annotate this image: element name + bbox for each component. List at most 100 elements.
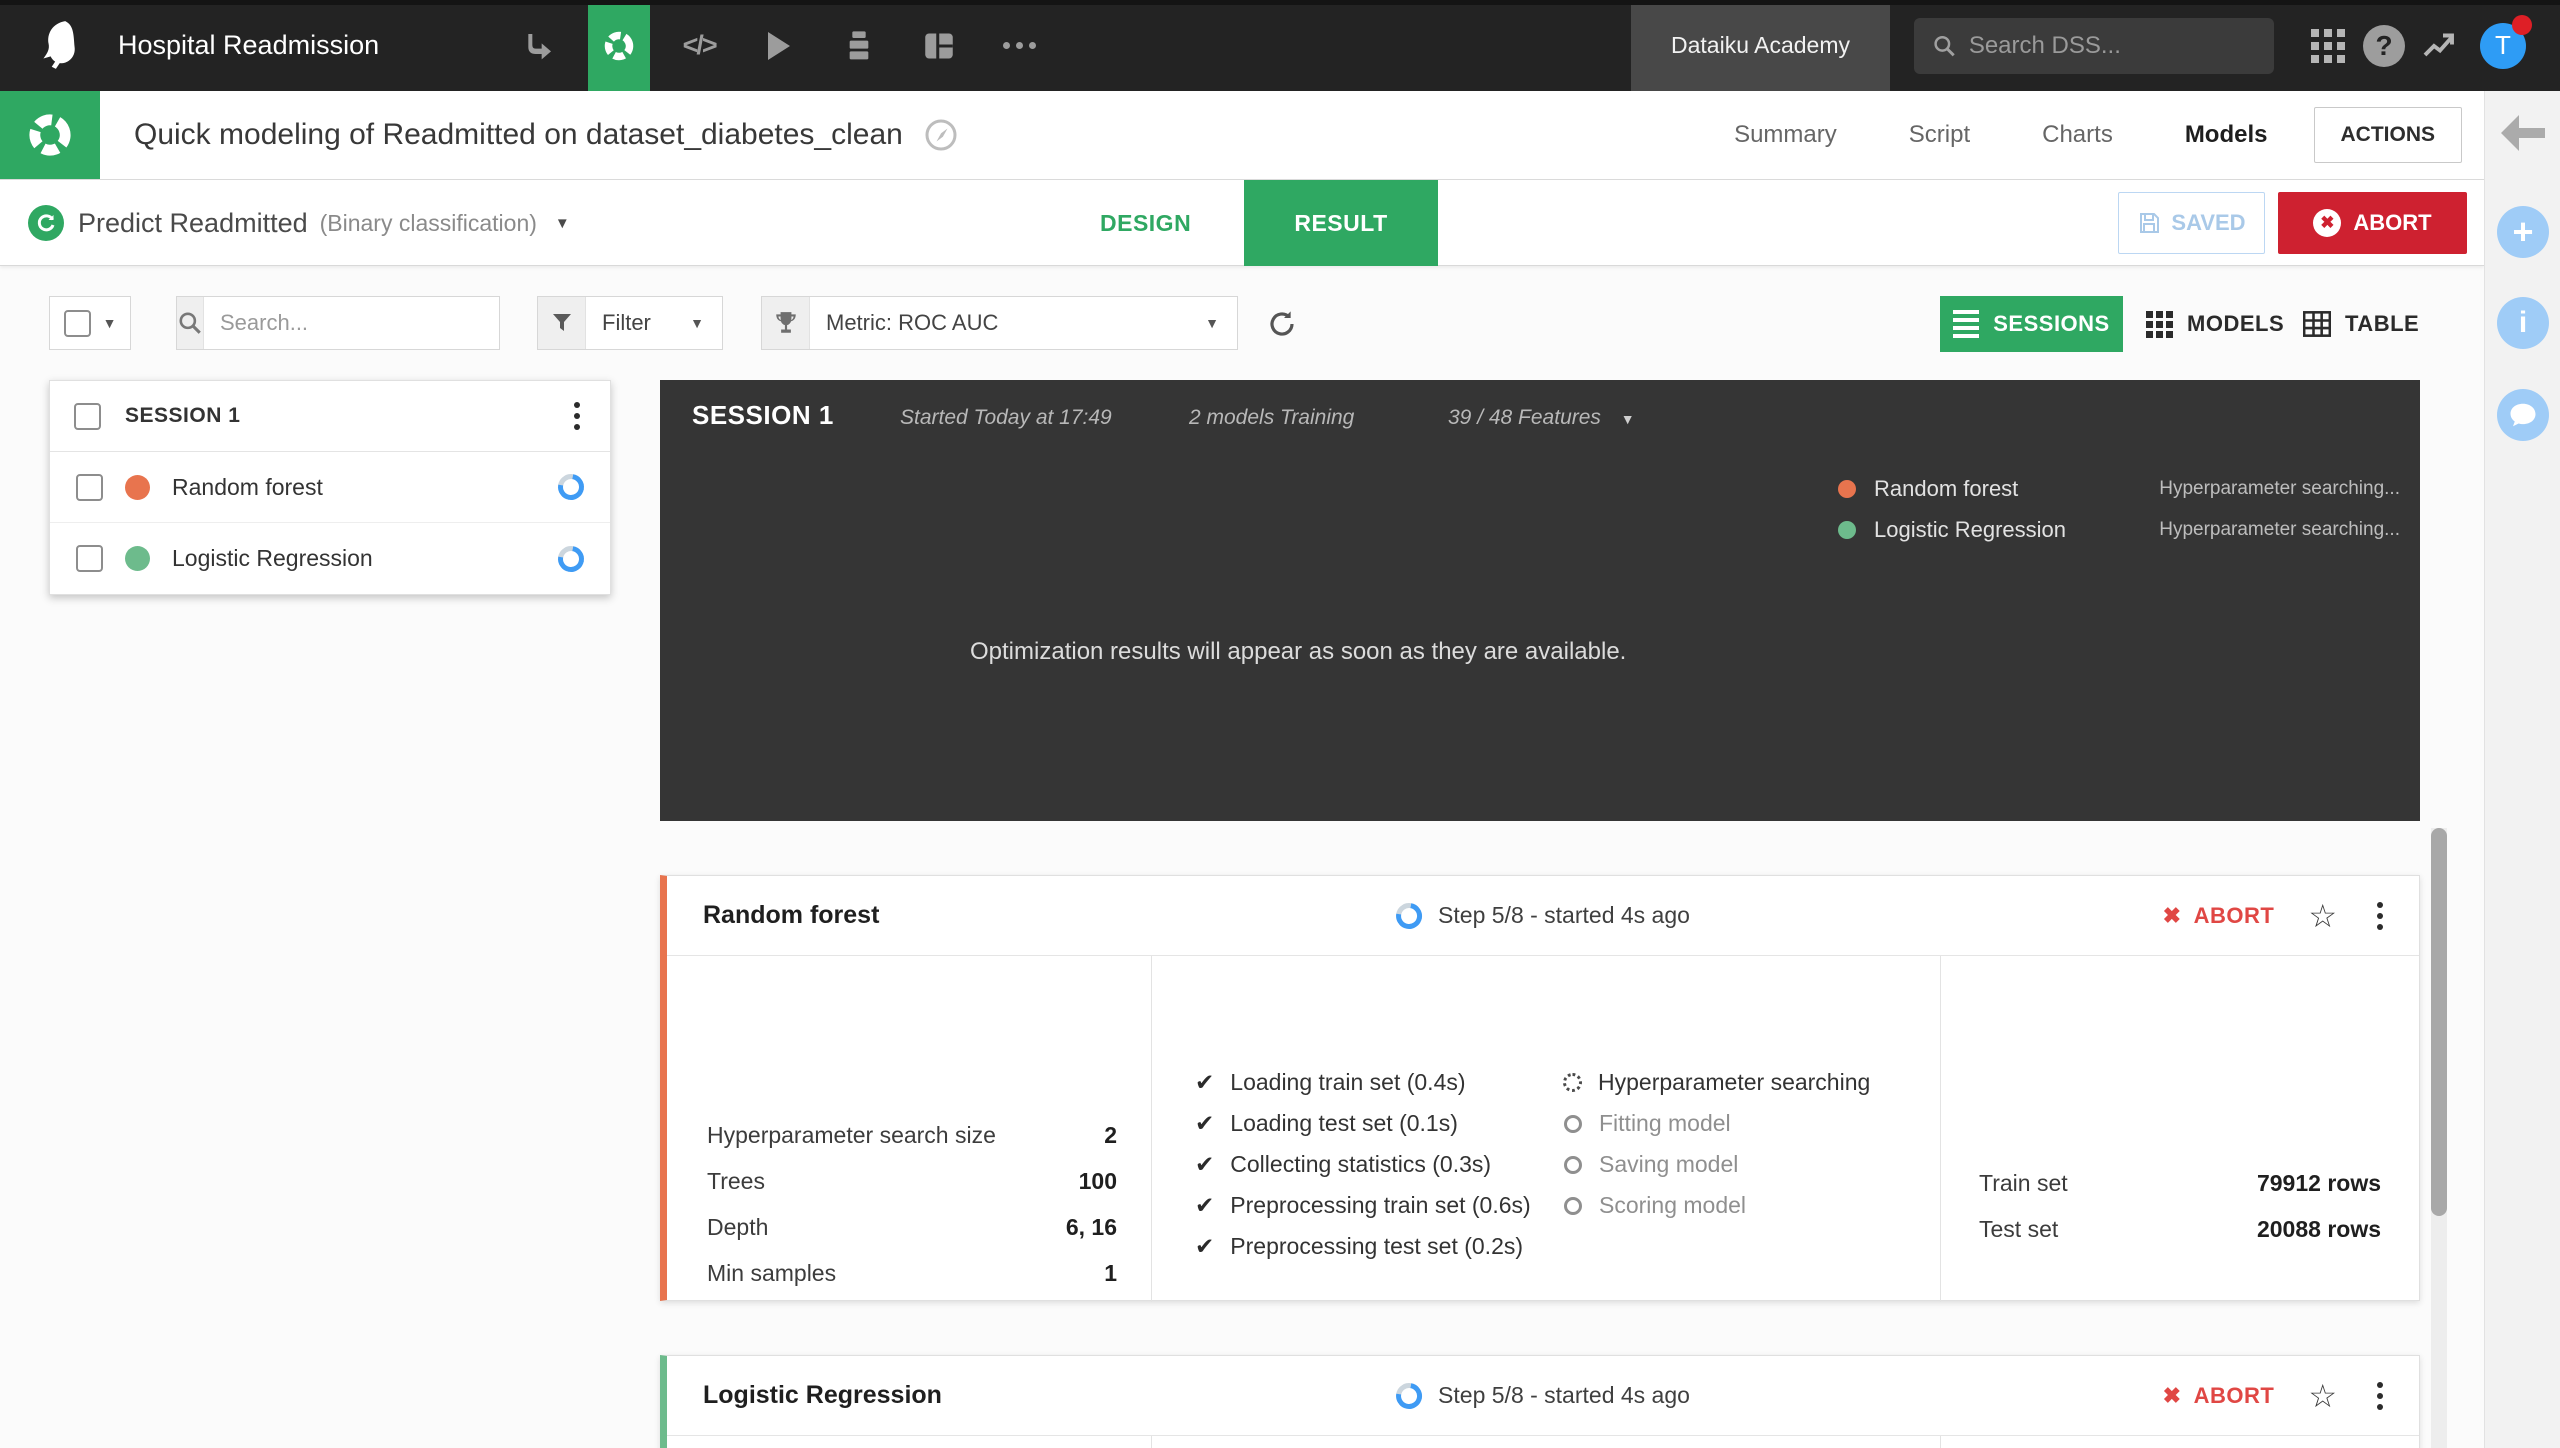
session-features-dropdown[interactable]: 39 / 48 Features ▼ bbox=[1448, 406, 1635, 430]
model-card-body bbox=[667, 1436, 2419, 1448]
dataiku-logo[interactable] bbox=[0, 19, 118, 73]
tab-summary[interactable]: Summary bbox=[1734, 121, 1837, 149]
legend-dot bbox=[1838, 479, 1856, 498]
session-training-count: 2 models Training bbox=[1189, 406, 1355, 429]
completed-steps-list: ✔ Loading train set (0.4s) ✔ Loading tes… bbox=[1195, 1062, 1531, 1267]
analysis-tabs: Summary Script Charts Models bbox=[1734, 121, 2267, 149]
model-name[interactable]: Random forest bbox=[703, 901, 879, 930]
step-done: ✔ Loading train set (0.4s) bbox=[1195, 1069, 1466, 1095]
jobs-icon[interactable] bbox=[819, 0, 899, 91]
metric-dropdown[interactable]: Metric: ROC AUC ▼ bbox=[761, 296, 1238, 350]
param-row: Trees 100 bbox=[707, 1167, 1117, 1194]
chat-icon[interactable] bbox=[2497, 389, 2549, 441]
more-icon[interactable] bbox=[979, 0, 1059, 91]
model-color-dot bbox=[125, 546, 150, 571]
training-spinner bbox=[552, 468, 590, 506]
abort-all-button[interactable]: ✖ ABORT bbox=[2278, 192, 2467, 254]
model-card-logistic-regression: Logistic Regression Step 5/8 - started 4… bbox=[660, 1355, 2420, 1448]
flow-icon[interactable] bbox=[499, 0, 579, 91]
view-toggle-table[interactable]: TABLE bbox=[2303, 296, 2419, 352]
star-icon[interactable]: ☆ bbox=[2308, 1380, 2337, 1412]
page-title: Quick modeling of Readmitted on dataset_… bbox=[134, 118, 903, 151]
right-rail: + i bbox=[2484, 91, 2560, 1448]
tab-models[interactable]: Models bbox=[2185, 121, 2268, 149]
env-label[interactable]: Dataiku Academy bbox=[1631, 0, 1890, 91]
session-list-title: SESSION 1 bbox=[125, 404, 241, 427]
dataiku-dss-screen: Hospital Readmission </> Dataiku Academy bbox=[0, 0, 2560, 1448]
add-icon[interactable]: + bbox=[2497, 206, 2549, 258]
saved-button[interactable]: SAVED bbox=[2118, 192, 2265, 254]
step-done: ✔ Loading test set (0.1s) bbox=[1195, 1110, 1458, 1136]
help-icon[interactable]: ? bbox=[2356, 24, 2412, 67]
info-icon[interactable]: i bbox=[2497, 297, 2549, 349]
session-list-panel: SESSION 1 Random forest Logistic Regress… bbox=[49, 380, 611, 595]
step-done: ✔ Collecting statistics (0.3s) bbox=[1195, 1151, 1492, 1177]
star-icon[interactable]: ☆ bbox=[2308, 900, 2337, 932]
visual-analysis-icon bbox=[0, 91, 100, 179]
pending-circle-icon bbox=[1564, 1155, 1582, 1174]
caret-down-icon: ▼ bbox=[1620, 411, 1635, 427]
list-item-logistic-regression[interactable]: Logistic Regression bbox=[50, 523, 610, 594]
step-done: ✔ Preprocessing train set (0.6s) bbox=[1195, 1192, 1531, 1218]
ml-task-selector[interactable]: Predict Readmitted (Binary classificatio… bbox=[28, 180, 570, 266]
trending-icon[interactable] bbox=[2412, 30, 2468, 62]
select-all-checkbox[interactable] bbox=[63, 309, 91, 337]
dataset-summary: Train set 79912 rows Test set 20088 rows bbox=[1979, 1160, 2381, 1252]
funnel-icon bbox=[538, 297, 586, 349]
run-icon[interactable] bbox=[739, 0, 819, 91]
dashboard-icon[interactable] bbox=[899, 0, 979, 91]
actions-button[interactable]: ACTIONS bbox=[2313, 107, 2462, 163]
param-row: Hyperparameter search size 2 bbox=[707, 1121, 1117, 1148]
view-toggle-sessions[interactable]: SESSIONS bbox=[1940, 296, 2123, 352]
training-spinner bbox=[552, 540, 590, 577]
model-name[interactable]: Logistic Regression bbox=[703, 1381, 942, 1410]
user-avatar[interactable]: T bbox=[2480, 14, 2532, 69]
lab-icon-tile[interactable] bbox=[588, 0, 651, 91]
refresh-icon[interactable] bbox=[1266, 308, 1298, 345]
tab-design[interactable]: DESIGN bbox=[1100, 180, 1191, 266]
check-icon: ✔ bbox=[1195, 1233, 1215, 1259]
abort-model-button[interactable]: ✖ ABORT bbox=[2163, 903, 2275, 929]
collapse-panel-icon[interactable] bbox=[2497, 111, 2549, 160]
tab-result[interactable]: RESULT bbox=[1244, 180, 1438, 266]
param-row: Depth 6, 16 bbox=[707, 1213, 1117, 1240]
session-list-header: SESSION 1 bbox=[50, 381, 610, 452]
tab-charts[interactable]: Charts bbox=[2042, 121, 2113, 149]
pending-steps-list: Hyperparameter searching Fitting model S… bbox=[1563, 1062, 1870, 1226]
chart-legend: Random forest Hyperparameter searching..… bbox=[1838, 468, 2400, 550]
view-toggle-models[interactable]: MODELS bbox=[2146, 296, 2284, 352]
model-card-random-forest: Random forest Step 5/8 - started 4s ago … bbox=[660, 875, 2420, 1302]
save-icon bbox=[2140, 213, 2160, 233]
scrollbar-thumb[interactable] bbox=[2431, 828, 2447, 1216]
model-card-header: Logistic Regression Step 5/8 - started 4… bbox=[667, 1356, 2419, 1436]
code-icon[interactable]: </> bbox=[659, 0, 739, 91]
step-status: Step 5/8 - started 4s ago bbox=[1438, 1382, 1690, 1408]
caret-down-icon: ▼ bbox=[690, 315, 704, 331]
global-search-input[interactable] bbox=[1968, 31, 2256, 60]
abort-model-button[interactable]: ✖ ABORT bbox=[2163, 1383, 2275, 1409]
filter-dropdown[interactable]: Filter ▼ bbox=[537, 296, 723, 350]
model-menu-icon[interactable] bbox=[2371, 896, 2389, 936]
project-name[interactable]: Hospital Readmission bbox=[118, 30, 379, 61]
table-icon bbox=[2303, 311, 2331, 337]
global-search[interactable] bbox=[1914, 17, 2274, 74]
list-item-random-forest[interactable]: Random forest bbox=[50, 452, 610, 523]
step-active: Hyperparameter searching bbox=[1563, 1062, 1870, 1103]
tab-script[interactable]: Script bbox=[1909, 121, 1970, 149]
optimization-message: Optimization results will appear as soon… bbox=[970, 638, 1627, 665]
model-menu-icon[interactable] bbox=[2371, 1376, 2389, 1416]
grid-icon bbox=[2146, 310, 2173, 338]
dataset-row: Test set 20088 rows bbox=[1979, 1215, 2381, 1242]
dataset-row: Train set 79912 rows bbox=[1979, 1169, 2381, 1196]
apps-grid-icon[interactable] bbox=[2300, 28, 2356, 63]
model-search-input[interactable] bbox=[204, 310, 524, 336]
navigate-icon[interactable] bbox=[923, 117, 959, 153]
analysis-titlebar: Quick modeling of Readmitted on dataset_… bbox=[0, 91, 2484, 180]
select-all-control[interactable]: ▼ bbox=[49, 296, 131, 350]
model-card-header: Random forest Step 5/8 - started 4s ago … bbox=[667, 876, 2419, 956]
model-checkbox[interactable] bbox=[76, 545, 103, 572]
step-pending: Saving model bbox=[1563, 1144, 1870, 1185]
session-menu-icon[interactable] bbox=[568, 396, 586, 436]
session-checkbox[interactable] bbox=[74, 402, 101, 430]
model-checkbox[interactable] bbox=[76, 473, 103, 501]
